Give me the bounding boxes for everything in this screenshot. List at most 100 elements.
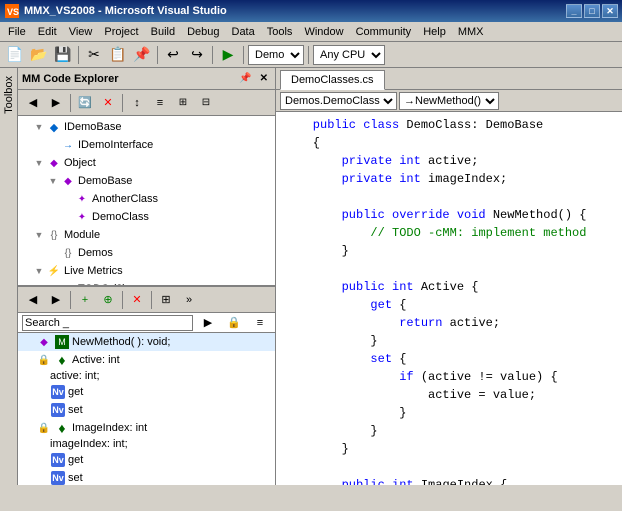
explorer-pin-button[interactable]: 📌	[236, 72, 254, 85]
platform-select[interactable]: Any CPU	[313, 45, 385, 65]
tree-item-democlass[interactable]: ✦ DemoClass	[18, 208, 275, 226]
expand-idemoint	[46, 140, 60, 150]
explorer-controls[interactable]: 📌 ✕	[236, 72, 271, 85]
toolbar-separator-5	[308, 46, 309, 64]
explorer-toolbar: ◀ ▶ 🔄 ✕ ↕ ≡ ⊞ ⊟	[18, 90, 275, 116]
imageindex-access-icon: 🔒	[36, 420, 52, 436]
search-filter-button[interactable]: ≡	[249, 312, 271, 334]
menu-debug[interactable]: Debug	[181, 24, 225, 40]
newmethod-type-icon: M	[54, 334, 70, 350]
explorer-refresh-button[interactable]: 🔄	[74, 92, 96, 114]
menu-community[interactable]: Community	[350, 24, 418, 40]
expand-module[interactable]: ▼	[32, 230, 46, 240]
object-label: Object	[64, 157, 96, 169]
left-panel: MM Code Explorer 📌 ✕ ◀ ▶ 🔄 ✕ ↕ ≡ ⊞ ⊟ ▼	[18, 68, 276, 485]
member-imageindex[interactable]: 🔒 ♦ ImageIndex: int	[18, 419, 275, 437]
expand-demobase[interactable]: ▼	[46, 176, 60, 186]
close-button[interactable]: ✕	[602, 4, 618, 18]
cut-button[interactable]: ✂	[83, 44, 105, 66]
members-delete-button[interactable]: ✕	[126, 289, 148, 311]
member-newmethod[interactable]: ◆ M NewMethod( ): void;	[18, 333, 275, 351]
code-area[interactable]: public class DemoClass: DemoBase { priva…	[276, 112, 622, 485]
tree-item-livemetrics[interactable]: ▼ ⚡ Live Metrics	[18, 262, 275, 280]
object-icon: ◆	[46, 155, 62, 171]
member-active[interactable]: 🔒 ♦ Active: int	[18, 351, 275, 369]
tree-item-idemoint[interactable]: → IDemoInterface	[18, 136, 275, 154]
menu-view[interactable]: View	[63, 24, 99, 40]
menu-data[interactable]: Data	[226, 24, 261, 40]
member-imageindex-set[interactable]: Nv set	[18, 469, 275, 485]
menu-window[interactable]: Window	[298, 24, 349, 40]
explorer-expand-button[interactable]: ⊞	[172, 92, 194, 114]
imageindex-label: ImageIndex: int	[72, 422, 147, 434]
explorer-close-button[interactable]: ✕	[257, 72, 271, 85]
active-type-icon: ♦	[54, 352, 70, 368]
tree-item-object[interactable]: ▼ ◆ Object	[18, 154, 275, 172]
menu-build[interactable]: Build	[145, 24, 181, 40]
editor-tab-democlass[interactable]: DemoClasses.cs	[280, 70, 385, 90]
imageindex-get-label: get	[68, 454, 83, 466]
members-addmethod-button[interactable]: ⊕	[97, 289, 119, 311]
debug-run-button[interactable]: ▶	[217, 44, 239, 66]
module-label: Module	[64, 229, 100, 241]
copy-button[interactable]: 📋	[107, 44, 129, 66]
minimize-button[interactable]: _	[566, 4, 582, 18]
run-config-select[interactable]: Demo	[248, 45, 304, 65]
redo-button[interactable]: ↪	[186, 44, 208, 66]
explorer-collapse-button[interactable]: ⊟	[195, 92, 217, 114]
members-back-button[interactable]: ◀	[22, 289, 44, 311]
member-active-field[interactable]: active: int;	[18, 369, 275, 383]
tree-panel: ▼ ◆ IDemoBase → IDemoInterface ▼ ◆ Objec…	[18, 116, 275, 285]
members-more-button[interactable]: »	[178, 289, 200, 311]
active-get-label: get	[68, 386, 83, 398]
search-go-button[interactable]: ▶	[197, 312, 219, 334]
member-active-get[interactable]: Nv get	[18, 383, 275, 401]
members-search-input[interactable]	[22, 315, 193, 331]
toolbox-label[interactable]: Toolbox	[1, 72, 17, 118]
member-imageindex-field[interactable]: imageIndex: int;	[18, 437, 275, 451]
democlass-icon: ✦	[74, 209, 90, 225]
menu-help[interactable]: Help	[417, 24, 452, 40]
members-grid-button[interactable]: ⊞	[155, 289, 177, 311]
members-forward-button[interactable]: ▶	[45, 289, 67, 311]
open-button[interactable]: 📂	[28, 44, 50, 66]
right-panel: DemoClasses.cs Demos.DemoClass →NewMetho…	[276, 68, 622, 485]
demobase-icon: ◆	[60, 173, 76, 189]
module-icon: {}	[46, 227, 62, 243]
explorer-back-button[interactable]: ◀	[22, 92, 44, 114]
menu-file[interactable]: File	[2, 24, 32, 40]
member-active-set[interactable]: Nv set	[18, 401, 275, 419]
explorer-forward-button[interactable]: ▶	[45, 92, 67, 114]
tree-item-demobase[interactable]: ▼ ◆ DemoBase	[18, 172, 275, 190]
explorer-sort-button[interactable]: ↕	[126, 92, 148, 114]
menu-tools[interactable]: Tools	[261, 24, 299, 40]
tree-item-module[interactable]: ▼ {} Module	[18, 226, 275, 244]
menu-mmx[interactable]: MMX	[452, 24, 490, 40]
members-add-button[interactable]: +	[74, 289, 96, 311]
title-buttons[interactable]: _ □ ✕	[566, 4, 618, 18]
maximize-button[interactable]: □	[584, 4, 600, 18]
explorer-delete-button[interactable]: ✕	[97, 92, 119, 114]
expand-idemobase[interactable]: ▼	[32, 122, 46, 132]
toolbox-strip: Toolbox	[0, 68, 18, 485]
expand-livemetrics[interactable]: ▼	[32, 266, 46, 276]
tree-item-demos[interactable]: {} Demos	[18, 244, 275, 262]
explorer-filter-button[interactable]: ≡	[149, 92, 171, 114]
expand-anotherclass	[60, 194, 74, 204]
breadcrumb-class-select[interactable]: Demos.DemoClass	[280, 92, 397, 110]
tree-item-anotherclass[interactable]: ✦ AnotherClass	[18, 190, 275, 208]
expand-object[interactable]: ▼	[32, 158, 46, 168]
idemobase-label: IDemoBase	[64, 121, 121, 133]
member-imageindex-get[interactable]: Nv get	[18, 451, 275, 469]
menu-edit[interactable]: Edit	[32, 24, 63, 40]
members-search-bar: ▶ 🔒 ≡	[18, 313, 275, 333]
breadcrumb-member-select[interactable]: →NewMethod()	[399, 92, 499, 110]
tree-item-idemobase[interactable]: ▼ ◆ IDemoBase	[18, 118, 275, 136]
title-text: MMX_VS2008 - Microsoft Visual Studio	[24, 5, 566, 17]
new-file-button[interactable]: 📄	[4, 44, 26, 66]
menu-project[interactable]: Project	[98, 24, 144, 40]
search-lock-button[interactable]: 🔒	[223, 312, 245, 334]
undo-button[interactable]: ↩	[162, 44, 184, 66]
save-button[interactable]: 💾	[52, 44, 74, 66]
paste-button[interactable]: 📌	[131, 44, 153, 66]
